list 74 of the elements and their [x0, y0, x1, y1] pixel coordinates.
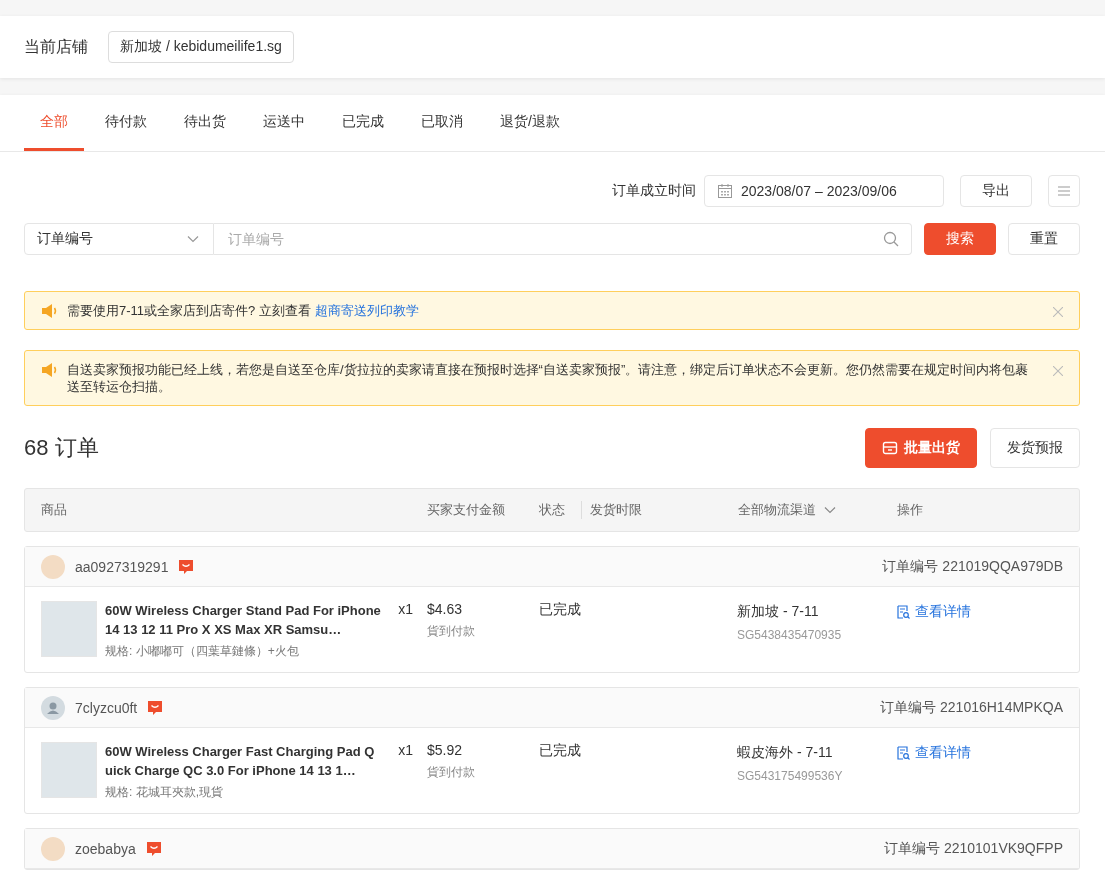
- order-number: 订单编号 221019QQA979DB: [882, 557, 1063, 576]
- close-icon: [1053, 366, 1063, 376]
- price: $4.63: [427, 601, 464, 617]
- order-status-tab[interactable]: 待付款: [89, 95, 163, 151]
- avatar-icon: [41, 554, 65, 579]
- buyer-name[interactable]: zoebabya: [75, 840, 136, 857]
- store-selector[interactable]: 新加坡 / kebidumeilife1.sg: [108, 31, 294, 63]
- payment-method: 貨到付款: [427, 764, 476, 781]
- order-number: 订单编号 2210101VK9QFPP: [884, 839, 1063, 858]
- notice-text: 需要使用7-11或全家店到店寄件? 立刻查看 超商寄送列印教学: [67, 302, 420, 319]
- payment-method: 貨到付款: [427, 623, 476, 640]
- search-field[interactable]: 订单编号: [226, 230, 883, 248]
- view-details-link[interactable]: 查看详情: [896, 744, 971, 762]
- tutorial-link[interactable]: 超商寄送列印教学: [314, 303, 419, 318]
- order-status: 已完成: [539, 601, 581, 617]
- notice-text: 自送卖家预报功能已经上线，若您是自送至仓库/货拉拉的卖家请直接在预报时选择“自送卖家预报”。请注意，绑定后订单状态不会更新。您仍然需要在规定时间内将包裹送至转运仓扫描。: [67, 361, 1030, 395]
- column-header: 操作: [897, 501, 924, 519]
- reset-button[interactable]: 重置: [1008, 223, 1080, 255]
- order-status: 已完成: [539, 742, 581, 758]
- tracking-number: SG543175499536Y: [737, 769, 844, 783]
- calendar-icon: [717, 183, 733, 199]
- date-label: 订单成立时间: [612, 182, 696, 200]
- order-status-tab[interactable]: 已取消: [405, 95, 479, 151]
- menu-icon: [1058, 185, 1070, 197]
- product-name[interactable]: 60W Wireless Charger Fast Charging Pad Quick Charge QC 3.0 For iPhone 14 13 1…: [105, 742, 383, 780]
- channel-filter[interactable]: 全部物流渠道: [738, 501, 897, 519]
- order-status-tab[interactable]: 待出货: [168, 95, 242, 151]
- quantity: x1: [398, 742, 413, 760]
- shipping-forecast-button[interactable]: 发货预报: [990, 428, 1080, 468]
- search-type-select[interactable]: 订单编号: [24, 223, 214, 255]
- product-variation: 规格: 小嘟嘟可（四葉草鏈條）+火包: [105, 643, 300, 660]
- quantity: x1: [398, 601, 413, 619]
- document-search-icon: [896, 605, 910, 619]
- column-header: 商品: [40, 501, 68, 519]
- menu-button[interactable]: [1048, 175, 1080, 207]
- chevron-down-icon: [824, 506, 836, 514]
- order-number: 订单编号 221016H14MPKQA: [880, 698, 1063, 717]
- store-label: 当前店铺: [24, 36, 88, 57]
- chat-icon: [147, 699, 164, 716]
- product-photo-placeholder: [41, 742, 97, 798]
- buyer-name[interactable]: 7clyzcu0ft: [75, 699, 138, 716]
- view-details-link[interactable]: 查看详情: [896, 603, 971, 621]
- speaker-icon: [41, 303, 59, 319]
- product-photo-placeholder: [41, 601, 97, 657]
- order-status-tab[interactable]: 已完成: [326, 95, 400, 151]
- column-header: 状态: [539, 501, 582, 519]
- order-status-tab[interactable]: 全部: [24, 95, 84, 151]
- order-status-tab[interactable]: 退货/退款: [484, 95, 576, 151]
- search-button[interactable]: 搜索: [924, 223, 996, 255]
- chat-icon: [178, 558, 195, 575]
- tracking-number: SG5438435470935: [737, 628, 843, 642]
- product-name[interactable]: 60W Wireless Charger Stand Pad For iPhone 14 13 12 11 Pro X XS Max XR Samsu…: [105, 601, 383, 639]
- speaker-icon: [41, 362, 59, 378]
- chevron-down-icon: [187, 235, 199, 243]
- column-header: 买家支付金额: [427, 501, 506, 519]
- bulk-ship-button[interactable]: 批量出货: [865, 428, 977, 468]
- avatar-icon: [41, 695, 65, 720]
- column-header: 发货时限: [590, 501, 643, 519]
- order-status-tab[interactable]: 运送中: [247, 95, 321, 151]
- box-icon: [882, 440, 898, 456]
- date-range-field[interactable]: 2023/08/07 – 2023/09/06: [704, 175, 944, 207]
- search-icon: [883, 231, 899, 247]
- price: $5.92: [427, 742, 464, 758]
- document-search-icon: [896, 746, 910, 760]
- close-icon: [1053, 307, 1063, 317]
- shipping-channel: 蝦皮海外 - 7-11: [737, 744, 834, 762]
- export-button[interactable]: 导出: [960, 175, 1032, 207]
- product-variation: 规格: 花城耳夾款,現貨: [105, 784, 224, 801]
- buyer-name[interactable]: aa0927319291: [75, 558, 169, 575]
- chat-icon: [145, 840, 162, 857]
- shipping-channel: 新加坡 - 7-11: [737, 603, 820, 621]
- order-count: 68 订单: [24, 434, 99, 462]
- search-box[interactable]: 订单编号: [214, 223, 912, 255]
- avatar-icon: [41, 836, 65, 861]
